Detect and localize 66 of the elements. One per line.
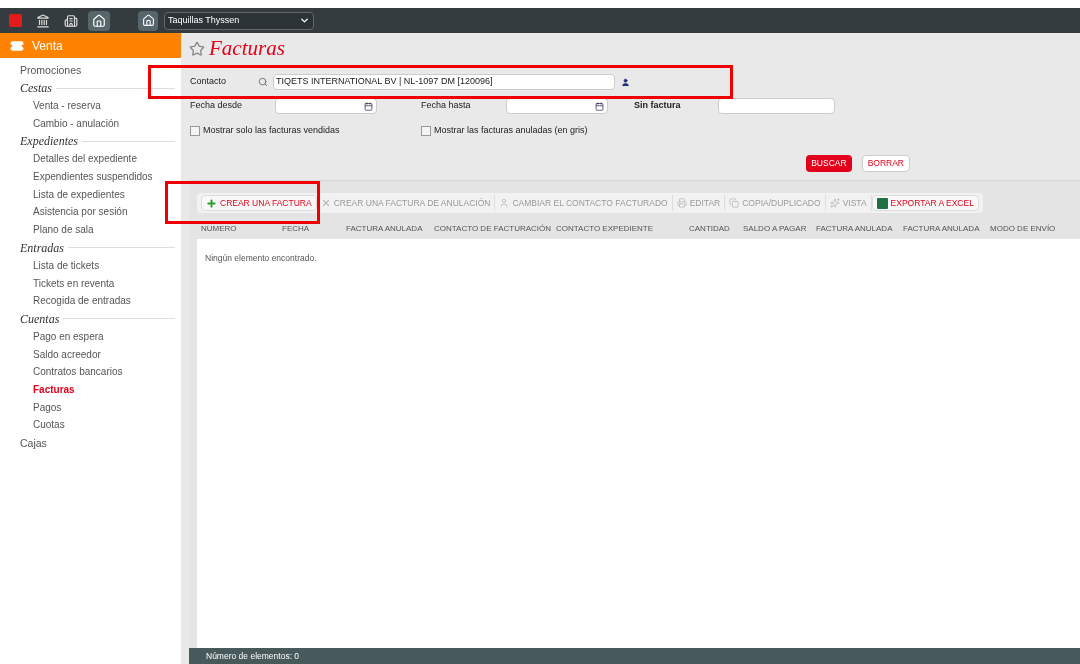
calendar-icon[interactable] xyxy=(364,101,373,111)
home-button[interactable] xyxy=(138,10,158,31)
sidebar-item[interactable]: Venta - reserva xyxy=(0,97,181,115)
sidebar-item[interactable]: Detalles del expediente xyxy=(0,150,181,169)
caret-icon xyxy=(299,15,310,26)
column-header: FACTURA ANULADA xyxy=(346,223,424,235)
page-title: Facturas xyxy=(209,35,285,63)
sparkle-icon xyxy=(829,198,840,208)
calendar-icon[interactable] xyxy=(595,101,604,111)
contact-field[interactable]: TIQETS INTERNATIONAL BV | NL-1097 DM [120096] xyxy=(273,74,615,90)
sidebar-item[interactable]: Lista de expedientes xyxy=(0,185,181,204)
checkbox[interactable] xyxy=(421,126,431,136)
copy-icon xyxy=(729,198,740,208)
sidebar-item[interactable]: Lista de tickets xyxy=(0,256,181,275)
clear-button[interactable]: BORRAR xyxy=(861,155,910,172)
sidebar-item[interactable]: Expendientes suspendidos xyxy=(0,168,181,186)
column-header: FECHA xyxy=(282,223,311,235)
sidebar-item[interactable]: Cajas xyxy=(0,434,181,452)
sidebar-item[interactable]: Contratos bancarios xyxy=(0,363,181,381)
sidebar-item[interactable]: Cambio - anulación xyxy=(0,114,181,133)
home-icon xyxy=(141,14,155,27)
field-label: Fecha desde xyxy=(190,99,244,113)
sidebar-item[interactable]: Pago en espera xyxy=(0,327,181,346)
sidebar-group-heading: Entradas xyxy=(20,239,64,257)
sidebar-item[interactable]: Saldo acreedor xyxy=(0,345,181,364)
home-icon[interactable] xyxy=(88,10,110,31)
sidebar-group-heading: Cuentas xyxy=(20,310,60,328)
column-header: CONTACTO EXPEDIENTE xyxy=(556,223,655,235)
cross-icon xyxy=(320,198,331,208)
column-header: FACTURA ANULADA xyxy=(816,223,894,235)
sidebar-group-heading: Cestas xyxy=(20,80,52,97)
venue-select[interactable]: Taquillas Thyssen xyxy=(164,11,314,30)
checkbox[interactable] xyxy=(190,126,200,136)
column-header: NUMERO xyxy=(201,223,238,235)
sidebar-group-heading: Expedientes xyxy=(20,133,78,151)
sidebar-item[interactable]: Cuotas xyxy=(0,416,181,434)
column-header: FACTURA ANULADA xyxy=(903,223,981,235)
user-icon[interactable] xyxy=(621,77,630,87)
status-bar: Número de elementos: 0 xyxy=(189,648,1080,664)
sidebar-item[interactable]: Pagos xyxy=(0,398,181,417)
field-label: Contacto xyxy=(190,75,228,89)
column-header: CONTACTO DE FACTURACIÓN xyxy=(434,223,553,235)
sidebar-item[interactable]: Asistencia por sesión xyxy=(0,203,181,222)
toolbar-button[interactable]: CREAR UNA FACTURA xyxy=(201,195,317,211)
sidebar-item[interactable]: Facturas xyxy=(0,380,181,399)
checkbox-label: Mostrar solo las facturas vendidas xyxy=(203,124,340,138)
spreadsheet-icon xyxy=(876,197,888,209)
sidebar-item[interactable]: Plano de sala xyxy=(0,221,181,239)
user-icon xyxy=(499,198,510,208)
search-icon[interactable] xyxy=(258,77,268,87)
sidebar-item[interactable]: Promociones xyxy=(0,61,181,79)
printer-icon xyxy=(676,198,687,208)
sidebar-item[interactable]: Tickets en reventa xyxy=(0,274,181,293)
column-header: CANTIDAD xyxy=(689,223,731,235)
toolbar-button[interactable]: EXPORTAR A EXCEL xyxy=(871,195,979,211)
sidebar-item[interactable]: Recogida de entradas xyxy=(0,292,181,310)
field-label: Fecha hasta xyxy=(421,99,472,113)
search-button[interactable]: BUSCAR xyxy=(806,155,852,172)
checkbox-label: Mostrar las facturas anuladas (en gris) xyxy=(434,124,588,138)
ticket-icon xyxy=(10,38,24,53)
empty-message: Ningún elemento encontrado. xyxy=(205,253,317,263)
column-header: MODO DE ENVÍO xyxy=(990,223,1057,235)
column-header: SALDO A PAGAR xyxy=(743,223,808,235)
plus-icon xyxy=(206,197,217,209)
favorite-star-icon[interactable] xyxy=(189,41,205,57)
field-label: Sin factura xyxy=(634,99,682,113)
